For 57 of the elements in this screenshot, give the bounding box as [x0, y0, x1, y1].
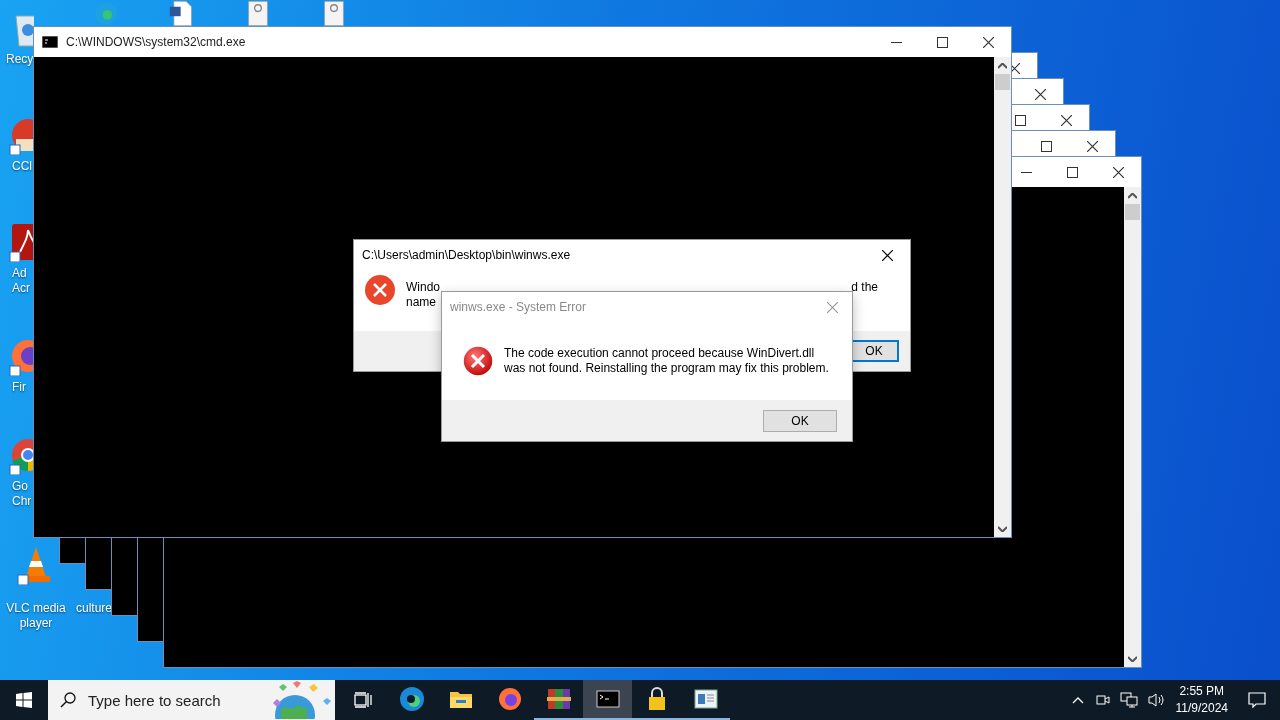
scroll-thumb[interactable]: [1125, 204, 1140, 220]
close-icon[interactable]: [1112, 166, 1124, 178]
window-title: C:\WINDOWS\system32\cmd.exe: [66, 35, 247, 49]
close-icon[interactable]: [1086, 140, 1098, 152]
message-text: Windo: [406, 280, 440, 295]
taskbar-app-button[interactable]: [583, 680, 632, 720]
notification-icon[interactable]: [1248, 691, 1266, 709]
minimize-icon[interactable]: [1020, 171, 1032, 173]
maximize-icon[interactable]: [1014, 114, 1026, 126]
message-text: d the: [851, 280, 878, 295]
icon-label: Ad: [12, 266, 27, 281]
error-icon: [462, 345, 494, 377]
icon-label: Recy: [6, 52, 34, 67]
error-icon: [364, 274, 396, 306]
ok-button[interactable]: OK: [763, 409, 837, 432]
icon-label: CCl: [12, 159, 32, 174]
icon-label: VLC media: [6, 601, 66, 616]
close-icon[interactable]: [982, 36, 994, 48]
scroll-down-icon[interactable]: [998, 525, 1007, 532]
window-app-icon: [692, 686, 719, 712]
firefox-icon: [496, 686, 523, 712]
icon-label: Go: [12, 479, 28, 494]
chevron-up-icon[interactable]: [1071, 696, 1084, 704]
error-message: The code execution cannot proceed because WinDivert.dll was not found. Reinstalling the program may fix this problem.: [504, 346, 829, 376]
camera-icon[interactable]: [1093, 692, 1110, 708]
icon-label: Chr: [12, 494, 32, 509]
search-icon: [60, 692, 76, 708]
message-text: name: [406, 295, 437, 310]
speaker-icon[interactable]: [1147, 692, 1166, 708]
task-view-icon: [354, 692, 372, 708]
search-box[interactable]: Type here to search: [48, 680, 335, 720]
clock[interactable]: 2:55 PM 11/9/2024: [1175, 683, 1228, 717]
windows-logo-icon: [16, 692, 32, 708]
close-icon[interactable]: [1034, 88, 1046, 100]
books-icon: [545, 686, 572, 712]
maximize-icon[interactable]: [1066, 166, 1078, 178]
close-icon[interactable]: [1060, 114, 1072, 126]
scroll-up-icon[interactable]: [998, 62, 1007, 69]
dialog-title: C:\Users\admin\Desktop\bin\winws.exe: [362, 248, 571, 262]
scroll-thumb[interactable]: [995, 74, 1010, 90]
icon-label: Fir: [12, 380, 26, 395]
icon-label: Acr: [12, 281, 30, 296]
minimize-icon[interactable]: [890, 41, 902, 43]
maximize-icon[interactable]: [1040, 140, 1052, 152]
dialog-title: winws.exe - System Error: [450, 300, 587, 314]
search-field[interactable]: Type here to search: [86, 690, 255, 710]
scroll-up-icon[interactable]: [1128, 192, 1137, 199]
network-icon[interactable]: [1119, 692, 1138, 708]
maximize-icon[interactable]: [936, 36, 948, 48]
close-icon[interactable]: [881, 249, 893, 261]
edge-icon: [398, 686, 425, 712]
console-icon: [42, 36, 58, 48]
icon-label: player: [19, 616, 53, 631]
scrollbar[interactable]: [994, 57, 1011, 537]
scrollbar[interactable]: [1124, 187, 1141, 667]
scroll-down-icon[interactable]: [1128, 655, 1137, 662]
icon-label: culture: [76, 601, 112, 616]
